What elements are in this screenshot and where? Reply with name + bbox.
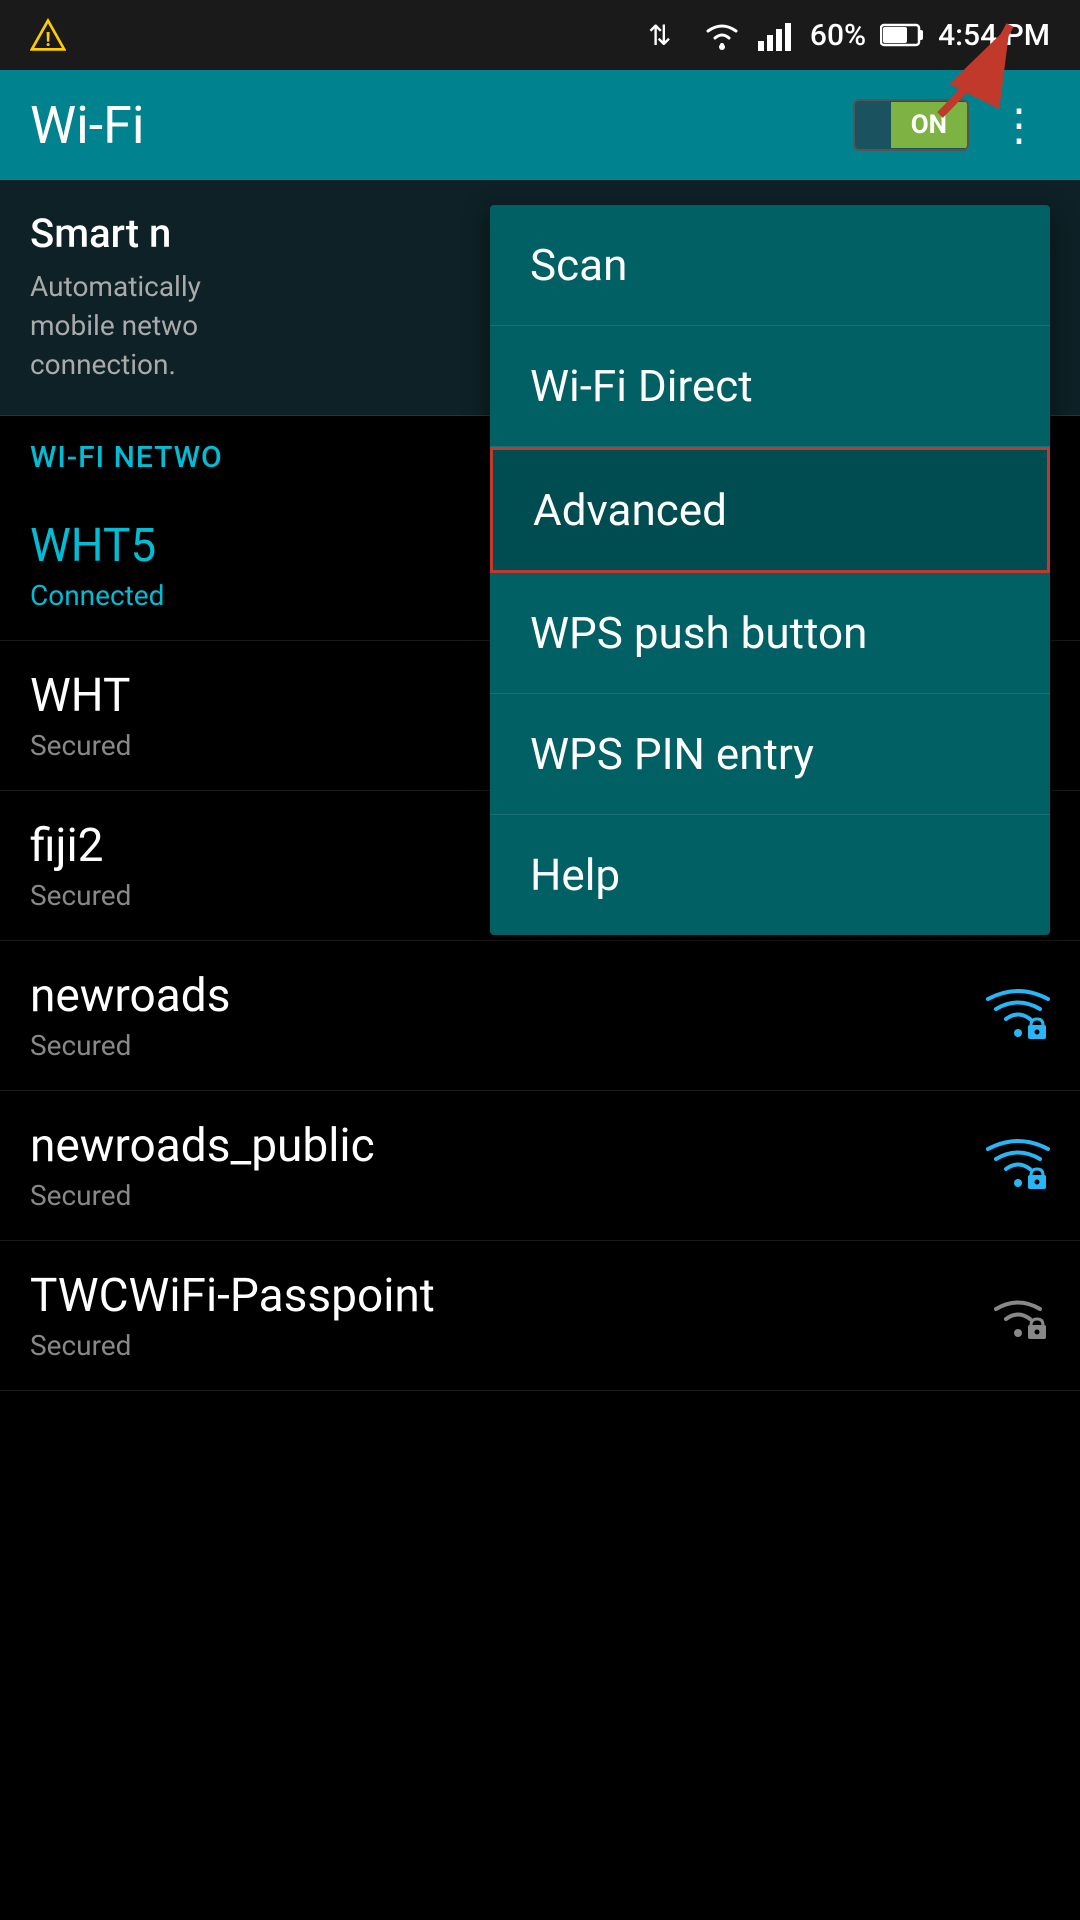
network-item-newroads-public[interactable]: newroads_public Secured	[0, 1091, 1080, 1241]
network-name-newroads-public: newroads_public	[30, 1119, 986, 1173]
toggle-on-label: ON	[891, 102, 967, 148]
battery-icon	[880, 21, 924, 49]
signal-icon	[756, 17, 796, 53]
menu-item-help[interactable]: Help	[490, 815, 1050, 935]
status-right: ⇅ 60% 4:54 PM	[648, 17, 1050, 53]
wifi-secured-icon-twc	[986, 1283, 1050, 1347]
wifi-lock-newroads	[986, 983, 1050, 1047]
network-status-newroads-public: Secured	[30, 1179, 986, 1212]
network-info-twc: TWCWiFi-Passpoint Secured	[30, 1269, 986, 1362]
menu-item-scan[interactable]: Scan	[490, 205, 1050, 326]
wifi-toggle[interactable]: ON	[853, 99, 969, 151]
status-left: !	[30, 17, 66, 53]
network-item-twc[interactable]: TWCWiFi-Passpoint Secured	[0, 1241, 1080, 1391]
status-bar: ! ⇅ 60% 4:54 PM	[0, 0, 1080, 70]
menu-item-wifi-direct[interactable]: Wi-Fi Direct	[490, 326, 1050, 447]
menu-item-advanced[interactable]: Advanced	[490, 447, 1050, 573]
time: 4:54 PM	[938, 18, 1050, 53]
app-bar-right: ON ⋮ Scan Wi-Fi Direct Advanced W	[853, 95, 1050, 155]
network-info-newroads-public: newroads_public Secured	[30, 1119, 986, 1212]
menu-item-wps-push[interactable]: WPS push button	[490, 573, 1050, 694]
svg-text:⇅: ⇅	[648, 19, 671, 52]
network-name-twc: TWCWiFi-Passpoint	[30, 1269, 986, 1323]
wifi-lock-newroads-public	[986, 1133, 1050, 1197]
overflow-menu-button[interactable]: ⋮	[989, 95, 1050, 155]
wifi-networks-label: Wi-Fi NETWO	[30, 440, 223, 475]
menu-item-wps-pin[interactable]: WPS PIN entry	[490, 694, 1050, 815]
network-info-newroads: newroads Secured	[30, 969, 986, 1062]
network-status-newroads: Secured	[30, 1029, 986, 1062]
wifi-secured-icon-newroads	[986, 983, 1050, 1047]
warning-icon: !	[30, 17, 66, 53]
sync-icon: ⇅	[648, 17, 688, 53]
wifi-status-icon	[702, 17, 742, 53]
wifi-lock-twc	[986, 1283, 1050, 1347]
dropdown-menu: Scan Wi-Fi Direct Advanced WPS push butt…	[490, 205, 1050, 935]
app-title: Wi-Fi	[30, 95, 145, 156]
battery-percentage: 60%	[810, 18, 866, 53]
svg-text:!: !	[45, 28, 50, 51]
toggle-off-label	[855, 117, 891, 133]
wifi-secured-icon-newroads-public	[986, 1133, 1050, 1197]
network-name-newroads: newroads	[30, 969, 986, 1023]
app-bar: Wi-Fi ON ⋮ Scan Wi-Fi Direct Advan	[0, 70, 1080, 180]
network-status-twc: Secured	[30, 1329, 986, 1362]
network-item-newroads[interactable]: newroads Secured	[0, 941, 1080, 1091]
